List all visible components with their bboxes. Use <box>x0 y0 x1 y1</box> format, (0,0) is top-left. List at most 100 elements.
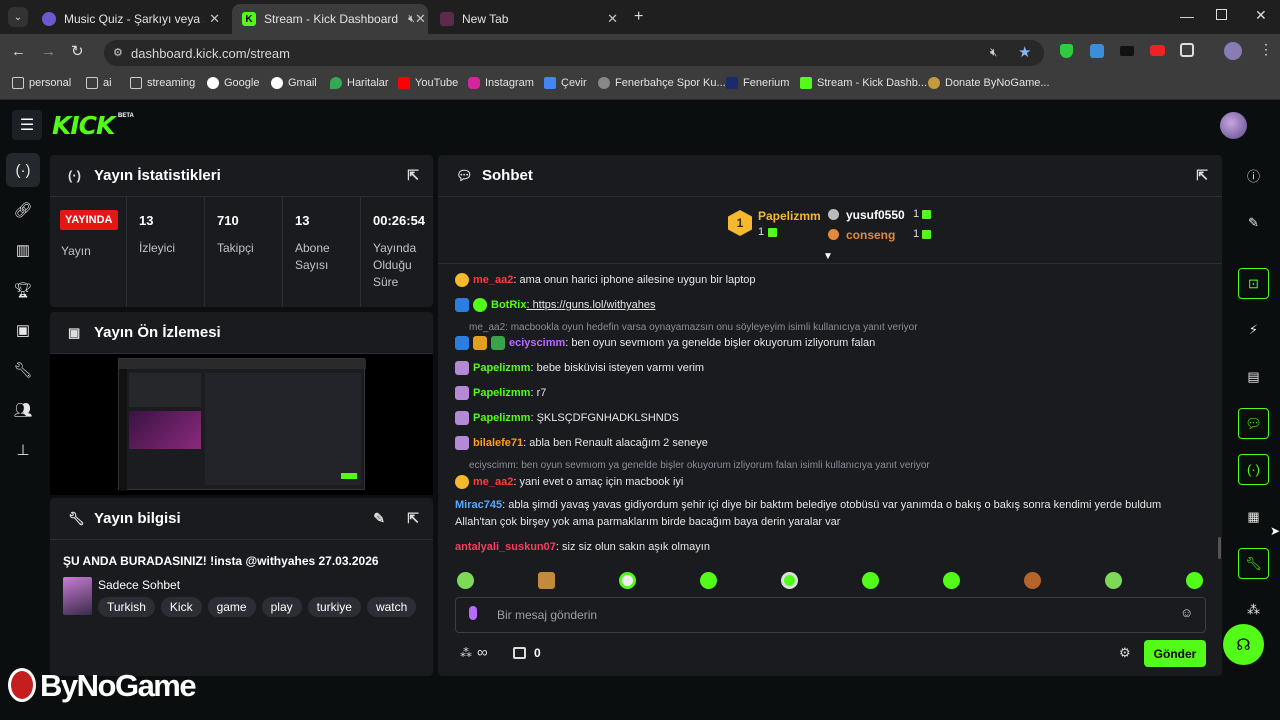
forward-arrow-icon[interactable]: → <box>41 43 56 60</box>
chat-text[interactable]: : https://guns.lol/withyahes <box>526 299 655 311</box>
tab-muted-icon[interactable]: 🔇︎ <box>990 45 998 60</box>
tag[interactable]: turkiye <box>307 597 361 617</box>
analytics-chart-icon[interactable]: ▥ <box>6 233 40 267</box>
edit-pencil-icon[interactable]: ✎ <box>1238 207 1269 238</box>
screen-capture-icon[interactable]: ⊡ <box>1238 268 1269 299</box>
popout-icon[interactable]: ⇱ <box>407 510 419 527</box>
tag[interactable]: watch <box>366 597 417 617</box>
wrench-icon[interactable]: 🔧︎ <box>1238 548 1269 579</box>
user-avatar[interactable] <box>1220 112 1247 139</box>
emote-icon[interactable] <box>538 572 555 589</box>
bookmark-fenerium[interactable]: Fenerium <box>726 77 789 89</box>
bookmark-streaming[interactable]: streaming <box>130 77 195 89</box>
extension-icon[interactable] <box>1090 44 1104 58</box>
bookmark-google[interactable]: Google <box>207 77 259 89</box>
chat-username[interactable]: BotRix <box>491 299 526 311</box>
window-close-icon[interactable]: ✕ <box>1255 7 1267 24</box>
emote-icon[interactable] <box>457 572 474 589</box>
emote-icon[interactable] <box>1105 572 1122 589</box>
menu-kebab-icon[interactable]: ⋮ <box>1259 41 1273 58</box>
stream-broadcast-icon[interactable]: (·) <box>6 153 40 187</box>
more-apps-icon[interactable]: ⁂ <box>1238 594 1269 625</box>
site-info-icon[interactable]: ⚙ <box>113 46 123 59</box>
layout-panels-icon[interactable]: ▦ <box>1238 501 1269 532</box>
bookmark-donate-bynogame[interactable]: Donate ByNoGame... <box>928 77 1050 89</box>
chat-username[interactable]: bilalefe71 <box>473 437 523 449</box>
bookmark-instagram[interactable]: Instagram <box>468 77 534 89</box>
emote-icon[interactable] <box>700 572 717 589</box>
chat-username[interactable]: eciyscimm <box>509 337 565 349</box>
stream-preview-video[interactable] <box>50 354 433 495</box>
emote-icon[interactable] <box>1024 572 1041 589</box>
store-icon[interactable] <box>513 647 526 659</box>
extension-puzzle-icon[interactable] <box>1180 43 1194 57</box>
video-library-icon[interactable]: ▣ <box>6 313 40 347</box>
bookmark-haritalar[interactable]: Haritalar <box>330 77 389 89</box>
hamburger-menu-icon[interactable]: ☰ <box>12 110 42 140</box>
third-gifter-name[interactable]: conseng <box>846 228 895 242</box>
top-gifter-name[interactable]: Papelizmm <box>758 209 821 223</box>
chat-username[interactable]: antalyali_suskun07 <box>455 541 556 553</box>
muted-speaker-icon[interactable]: 🔇︎ <box>408 13 415 26</box>
wrench-icon[interactable]: 🔧︎ <box>6 353 40 387</box>
browser-tab-music-quiz[interactable]: Music Quiz - Şarkıyı veya sanatç ✕ <box>32 4 230 34</box>
emote-icon[interactable] <box>619 572 636 589</box>
bookmark-fenerbahce[interactable]: Fenerbahçe Spor Ku... <box>598 77 726 89</box>
bookmark-personal[interactable]: personal <box>12 77 71 89</box>
send-button[interactable]: Gönder <box>1144 640 1206 667</box>
minimize-icon[interactable]: — <box>1180 8 1194 24</box>
url-text[interactable]: dashboard.kick.com/stream <box>131 46 290 61</box>
notes-icon[interactable]: ▤ <box>1238 361 1269 392</box>
chat-username[interactable]: Mirac745 <box>455 499 502 511</box>
reload-icon[interactable]: ↻ <box>71 42 84 60</box>
channel-points-icon[interactable]: ⁂ <box>460 646 472 660</box>
restore-icon[interactable] <box>1216 9 1227 20</box>
support-headset-button[interactable]: ☊ <box>1223 624 1264 665</box>
browser-tab-kick-dashboard[interactable]: K Stream - Kick Dashboard 🔇︎ ✕ <box>232 4 428 34</box>
second-gifter-name[interactable]: yusuf0550 <box>846 208 905 222</box>
chat-username[interactable]: Papelizmm <box>473 412 530 424</box>
chat-username[interactable]: me_aa2 <box>473 476 513 488</box>
tag[interactable]: Kick <box>160 597 202 617</box>
microphone-icon[interactable] <box>469 606 477 620</box>
trophy-icon[interactable]: 🏆︎ <box>6 273 40 307</box>
address-bar[interactable]: ⚙ dashboard.kick.com/stream 🔇︎ ★ <box>104 40 1044 66</box>
extension-icon[interactable] <box>1120 46 1134 56</box>
tag[interactable]: game <box>207 597 256 617</box>
tag[interactable]: play <box>261 597 302 617</box>
bookmark-cevir[interactable]: Çevir <box>544 77 587 89</box>
community-users-icon[interactable]: 👥︎ <box>6 393 40 427</box>
tag[interactable]: Turkish <box>98 597 155 617</box>
collapse-chevron-icon[interactable]: ▼ <box>823 251 833 262</box>
close-icon[interactable]: ✕ <box>607 11 618 27</box>
edit-pencil-icon[interactable]: ✎ <box>373 510 385 527</box>
tab-search-button[interactable]: ⌄ <box>8 7 28 27</box>
link-icon[interactable]: 🔗︎ <box>6 193 40 227</box>
youtube-extension-icon[interactable] <box>1150 45 1165 56</box>
popout-icon[interactable]: ⇱ <box>407 167 419 184</box>
kick-logo[interactable]: KICK <box>52 111 115 140</box>
bookmark-kick-dashboard[interactable]: Stream - Kick Dashb... <box>800 77 927 89</box>
broadcast-icon[interactable]: (·) <box>1238 454 1269 485</box>
close-icon[interactable]: ✕ <box>415 11 426 27</box>
chat-username[interactable]: Papelizmm <box>473 387 530 399</box>
emote-icon[interactable] <box>943 572 960 589</box>
shield-extension-icon[interactable] <box>1060 44 1073 58</box>
new-tab-plus-icon[interactable]: + <box>634 8 643 26</box>
browser-tab-new-tab[interactable]: New Tab ✕ <box>430 4 628 34</box>
chat-username[interactable]: Papelizmm <box>473 362 530 374</box>
chat-input[interactable]: Bir mesaj gönderin ☺ <box>455 597 1206 633</box>
chat-settings-gear-icon[interactable]: ⚙ <box>1119 645 1131 661</box>
bookmark-youtube[interactable]: YouTube <box>398 77 458 89</box>
chat-bubble-icon[interactable]: 💬︎ <box>1238 408 1269 439</box>
payout-icon[interactable]: ⊥ <box>6 433 40 467</box>
info-icon[interactable]: ⓘ <box>1238 160 1269 191</box>
bookmark-ai[interactable]: ai <box>86 77 112 89</box>
popout-icon[interactable]: ⇱ <box>1196 167 1208 184</box>
profile-avatar-icon[interactable] <box>1224 42 1242 60</box>
emote-icon[interactable] <box>781 572 798 589</box>
emote-icon[interactable] <box>1186 572 1203 589</box>
bookmark-gmail[interactable]: Gmail <box>271 77 317 89</box>
chat-username[interactable]: me_aa2 <box>473 274 513 286</box>
close-icon[interactable]: ✕ <box>209 11 220 27</box>
